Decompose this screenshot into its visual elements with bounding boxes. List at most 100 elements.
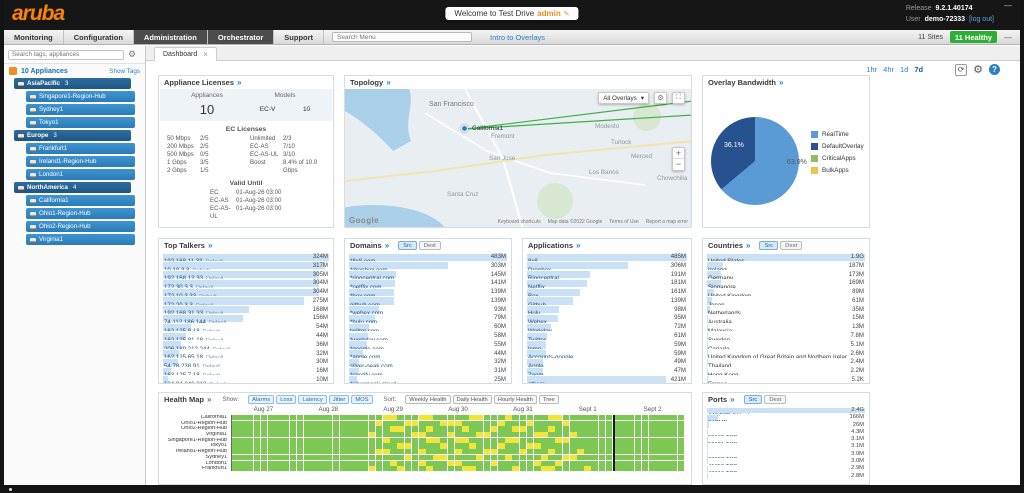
list-item[interactable]: Accounts-google 59M [527, 350, 687, 358]
tree-item-tokyo1[interactable]: Tokyo1 [26, 117, 135, 128]
toggle-src[interactable]: Src [398, 241, 417, 250]
list-item[interactable]: Hong Kong 2.2M [707, 367, 865, 375]
list-item[interactable]: 192.168.11.33Default 324M [163, 253, 329, 261]
toggle-dest[interactable]: Dest [780, 241, 803, 250]
top-talkers-more-link[interactable]: » [208, 241, 212, 250]
list-item[interactable]: Box 161M [527, 288, 687, 296]
tree-item-london1[interactable]: London1 [26, 169, 135, 180]
tree-item-california1[interactable]: California1 [26, 195, 135, 206]
sort-button-tree[interactable]: Tree [538, 395, 559, 404]
welcome-banner-button[interactable]: Welcome to Test Drive admin ✎ [445, 7, 579, 20]
list-item[interactable]: 52662 TCP4.3M [707, 429, 865, 436]
show-tags-link[interactable]: Show Tags [109, 68, 140, 75]
menu-item-configuration[interactable]: Configuration [64, 30, 134, 44]
toggle-src[interactable]: Src [743, 395, 763, 404]
list-item[interactable]: *silverpeak.cloud 25M [349, 376, 507, 383]
list-item[interactable]: France 5.2K [707, 376, 865, 383]
list-item[interactable]: Dropbox 306M [527, 262, 687, 270]
list-item[interactable]: *hulu.com 79M [349, 314, 507, 323]
list-item[interactable]: 46835 TCP3.1M [707, 443, 865, 450]
health-map-more-link[interactable]: » [207, 395, 211, 404]
list-item[interactable]: 37037 TCP3.0M [707, 451, 865, 458]
bandwidth-pie-chart[interactable]: 36.1% 63.9% [711, 117, 807, 205]
health-heatmap-grid[interactable] [231, 415, 685, 472]
list-item[interactable]: 162.125.65.18Default 32M [163, 350, 329, 358]
list-item[interactable]: *ringcentral.com 145M [349, 271, 507, 279]
show-button-alarms[interactable]: Alarms [248, 395, 275, 404]
collapse-icon[interactable]: — [1004, 33, 1012, 42]
list-item[interactable]: twitter.com 60M [349, 323, 507, 331]
list-item[interactable]: github.com 139M [349, 297, 507, 305]
health-row-california1[interactable] [232, 415, 685, 421]
appliances-root-row[interactable]: 10 Appliances Show Tags [4, 64, 145, 77]
map-attribution-link[interactable]: Map data ©2022 Google [548, 219, 603, 225]
list-item[interactable]: Sweden 7.8M [707, 332, 865, 340]
menu-item-monitoring[interactable]: Monitoring [4, 30, 64, 44]
toggle-dest[interactable]: Dest [764, 395, 787, 404]
list-item[interactable]: United States 1.9G [707, 253, 865, 261]
list-item[interactable]: 192.168.12.33Default 305M [163, 271, 329, 279]
list-item[interactable]: United Kingdom 89M [707, 288, 865, 296]
time-range-4hr[interactable]: 4hr [883, 65, 894, 74]
health-row-tokyo1[interactable] [232, 443, 685, 449]
menu-item-orchestrator[interactable]: Orchestrator [207, 30, 275, 44]
map-attribution-link[interactable]: Keyboard shortcuts [498, 219, 541, 225]
time-range-1hr[interactable]: 1hr [866, 65, 877, 74]
list-item[interactable]: 41353 TCP3.0M [707, 458, 865, 465]
tree-item-ohio1-region-hub[interactable]: Ohio1-Region-Hub [26, 208, 135, 219]
map-fullscreen-icon[interactable]: ⛶ [672, 92, 685, 104]
zoom-out-button[interactable]: − [673, 159, 684, 170]
list-item[interactable]: Netherlands 35M [707, 306, 865, 314]
tree-item-frankfurt1[interactable]: Frankfurt1 [26, 143, 135, 154]
tree-group-asiapacific[interactable]: AsiaPacific 3 [14, 78, 131, 89]
list-item[interactable]: *spotify.com 31M [349, 367, 507, 375]
list-item[interactable]: Singapore 169M [707, 279, 865, 288]
list-item[interactable]: 80 TCP (Http)26M [707, 422, 865, 428]
health-row-virginia1[interactable] [232, 432, 685, 438]
list-item[interactable]: 172.20.3.3Default 275M [163, 297, 329, 305]
list-item[interactable]: 104.94.246.212Default 10M [163, 376, 329, 383]
list-item[interactable]: Germany 173M [707, 271, 865, 279]
tree-group-europe[interactable]: Europe 3 [14, 130, 131, 141]
show-button-mos[interactable]: MOS [351, 395, 373, 404]
tree-group-northamerica[interactable]: NorthAmerica 4 [14, 182, 131, 193]
logout-link[interactable]: [log out] [969, 16, 994, 23]
tree-item-singapore1-region-hub[interactable]: Singapore1-Region-Hub [26, 91, 135, 102]
dashboard-gear-icon[interactable]: ⚙ [973, 63, 983, 76]
sort-button-hourly-health[interactable]: Hourly Health [493, 395, 537, 404]
list-item[interactable]: 172.30.3.3Default 304M [163, 279, 329, 288]
tab-dashboard[interactable]: Dashboard × [154, 47, 217, 61]
health-row-ohio2-region-hub[interactable] [232, 426, 685, 432]
list-item[interactable]: United Kingdom of Great Britain and Nort… [707, 350, 865, 358]
tree-item-ohio2-region-hub[interactable]: Ohio2-Region-Hub [26, 221, 135, 232]
list-item[interactable]: 206.189.212.244Default 36M [163, 341, 329, 349]
list-item[interactable]: *dropbox.com 303M [349, 262, 507, 270]
overlay-bandwidth-more-link[interactable]: » [779, 78, 783, 87]
menu-search-input[interactable] [332, 32, 473, 42]
list-item[interactable]: 162.125.8.18Default 54M [163, 323, 329, 331]
list-item[interactable]: Thailand 2.4M [707, 358, 865, 367]
list-item[interactable]: Apple 49M [527, 358, 687, 367]
close-tab-icon[interactable]: × [203, 50, 208, 59]
map-attribution-link[interactable]: Terms of Use [609, 219, 638, 225]
list-item[interactable]: silver-peak.com 32M [349, 358, 507, 367]
tree-item-ireland1-region-hub[interactable]: Ireland1-Region-Hub [26, 156, 135, 167]
list-item[interactable]: 0 ICMP166M [707, 414, 865, 421]
applications-more-link[interactable]: » [576, 241, 580, 250]
intro-overlays-link[interactable]: Intro to Overlays [490, 33, 545, 42]
list-item[interactable]: 192.168.31.33Default 168M [163, 306, 329, 314]
list-item[interactable]: Ringcentral 191M [527, 271, 687, 279]
licenses-more-link[interactable]: » [237, 78, 241, 87]
time-range-7d[interactable]: 7d [914, 65, 923, 74]
topology-more-link[interactable]: » [386, 78, 390, 87]
ports-more-link[interactable]: » [730, 395, 734, 404]
list-item[interactable]: Japan 61M [707, 297, 865, 305]
edit-icon[interactable]: ✎ [564, 11, 570, 18]
list-item[interactable]: *apple.com 44M [349, 350, 507, 358]
list-item[interactable]: Netflix 181M [527, 279, 687, 288]
sort-button-daily-health[interactable]: Daily Health [452, 395, 492, 404]
list-item[interactable]: *netflix.com 141M [349, 279, 507, 288]
list-item[interactable]: Malaysia 13M [707, 323, 865, 331]
tree-item-sydney1[interactable]: Sydney1 [26, 104, 135, 115]
list-item[interactable]: *workday.com 58M [349, 332, 507, 340]
